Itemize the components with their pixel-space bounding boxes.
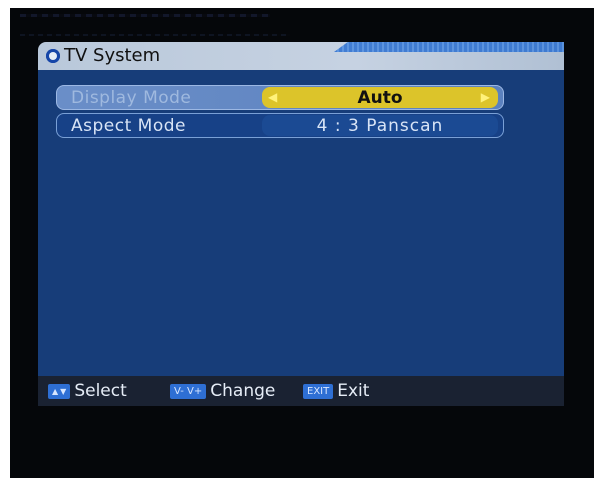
display-mode-value: Auto: [357, 87, 403, 108]
menu-title-bar: TV System: [38, 42, 564, 70]
signal-noise-line: [20, 34, 290, 36]
display-mode-row[interactable]: Display Mode ◀ Auto ▶: [56, 85, 504, 110]
select-hint-label: Select: [74, 381, 127, 401]
exit-hint-label: Exit: [337, 381, 370, 401]
signal-noise-line: [20, 14, 270, 17]
up-down-arrows-icon: ▲ ▼: [48, 383, 71, 399]
aspect-mode-value-selector[interactable]: 4 : 3 Panscan: [262, 115, 498, 136]
aspect-mode-value: 4 : 3 Panscan: [316, 115, 444, 136]
display-mode-value-selector[interactable]: ◀ Auto ▶: [262, 87, 498, 108]
change-hint: V- V+ Change: [170, 381, 275, 401]
select-hint: ▲ ▼ Select: [48, 381, 127, 401]
exit-hint: EXIT Exit: [303, 381, 369, 401]
change-hint-label: Change: [210, 381, 276, 401]
menu-circle-icon: [46, 49, 60, 63]
aspect-mode-row[interactable]: Aspect Mode 4 : 3 Panscan: [56, 113, 504, 138]
display-mode-label: Display Mode: [71, 88, 192, 108]
volume-keys-icon: V- V+: [170, 383, 207, 399]
title-stripes-decoration: [334, 42, 564, 52]
footer-hint-bar: ▲ ▼ Select V- V+ Change EXIT Exit: [38, 376, 564, 406]
aspect-mode-label: Aspect Mode: [71, 116, 186, 136]
chevron-right-icon[interactable]: ▶: [481, 89, 490, 106]
exit-key-icon: EXIT: [303, 383, 334, 399]
chevron-left-icon[interactable]: ◀: [268, 89, 277, 106]
menu-title: TV System: [64, 45, 161, 66]
